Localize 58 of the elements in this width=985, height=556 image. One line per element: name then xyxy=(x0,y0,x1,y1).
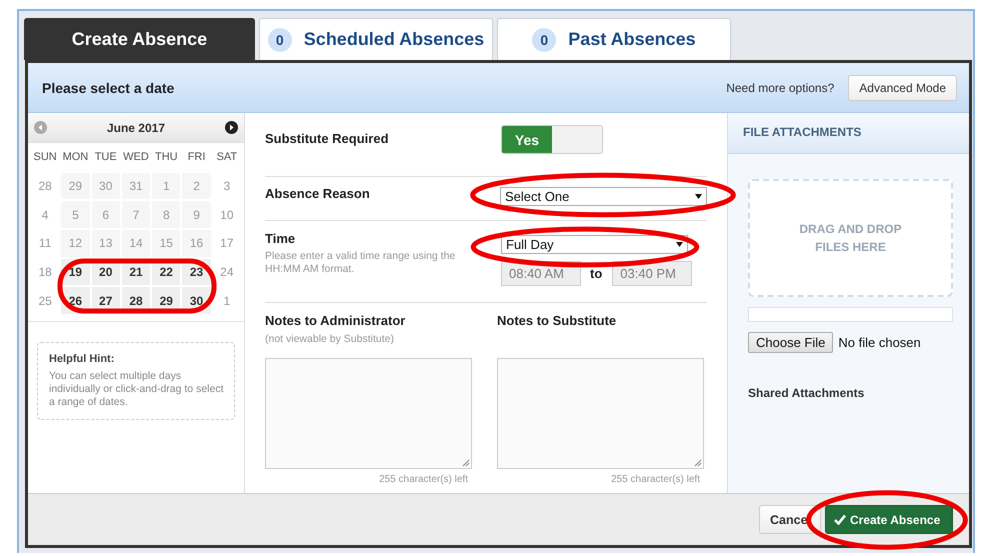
calendar-day: 16 xyxy=(181,229,212,258)
count-badge: 0 xyxy=(532,28,556,52)
weekday-label: WED xyxy=(122,150,150,165)
calendar-day: 29 xyxy=(60,172,91,200)
field-label: Absence Reason xyxy=(265,186,371,201)
range-separator: to xyxy=(590,266,602,281)
calendar-day: 5 xyxy=(60,200,91,230)
tab[interactable]: 0 Scheduled Absences xyxy=(259,18,493,60)
field-hint: Please enter a valid time range using the HH:MM AM format. xyxy=(265,250,456,276)
weekday-label: TUE xyxy=(94,150,118,165)
tab[interactable]: 0 Past Absences xyxy=(497,18,731,60)
choose-file-button[interactable]: Choose File xyxy=(748,332,834,353)
field-label: Substitute Required xyxy=(265,131,390,146)
next-month-icon[interactable] xyxy=(224,121,238,134)
count-badge: 0 xyxy=(268,28,292,52)
character-count: 255 character(s) left xyxy=(378,474,469,485)
hint-text: You can select multiple days individually or click-and-drag to select a range of dates. xyxy=(49,370,224,410)
calendar-day: 30 xyxy=(90,172,121,200)
weekday-label: SUN xyxy=(32,150,58,165)
calendar-day: 9 xyxy=(181,200,212,230)
month-title: June 2017 xyxy=(106,120,166,134)
resize-grip-icon[interactable] xyxy=(462,459,470,467)
calendar-day: 14 xyxy=(120,229,152,258)
calendar-day: 12 xyxy=(60,229,91,258)
weekday-label: FRI xyxy=(186,150,206,165)
weekday-label: SAT xyxy=(216,150,238,165)
drop-zone-text: DRAG AND DROP FILES HERE xyxy=(798,221,903,256)
weekday-label: MON xyxy=(62,150,90,165)
calendar-day: 8 xyxy=(151,200,182,230)
file-status: No file chosen xyxy=(838,335,921,350)
options-prompt: Need more options? xyxy=(726,80,834,94)
character-count: 255 character(s) left xyxy=(610,474,701,485)
shared-attachments-title: Shared Attachments xyxy=(748,386,866,400)
weekday-label: THU xyxy=(154,150,179,165)
advanced-mode-button[interactable]: Advanced Mode xyxy=(848,74,957,100)
hint-title: Helpful Hint: xyxy=(49,353,116,366)
calendar-day: 7 xyxy=(120,200,152,230)
calendar-day: 2 xyxy=(181,172,212,200)
field-hint: (not viewable by Substitute) xyxy=(265,333,395,346)
field-label: Notes to Substitute xyxy=(497,313,618,328)
absence-reason-select[interactable]: Select One xyxy=(500,187,707,206)
dropdown-arrow-icon xyxy=(695,194,702,199)
calendar-day: 1 xyxy=(151,172,182,200)
calendar-day: 31 xyxy=(120,172,152,200)
field-label: Notes to Administrator xyxy=(265,313,406,328)
calendar-day: 6 xyxy=(90,200,121,230)
calendar-day: 13 xyxy=(90,229,121,258)
section-title: Please select a date xyxy=(42,80,176,96)
time-select[interactable]: Full Day xyxy=(501,235,688,254)
cancel-button[interactable]: Cance xyxy=(759,505,821,534)
calendar-day: 15 xyxy=(151,229,182,258)
tab[interactable]: Create Absence xyxy=(24,18,255,60)
substitute-toggle[interactable]: Yes xyxy=(501,125,603,154)
resize-grip-icon[interactable] xyxy=(694,459,702,467)
create-absence-button[interactable]: Create Absence xyxy=(825,505,953,534)
dropdown-arrow-icon xyxy=(676,242,683,247)
checkmark-icon xyxy=(834,514,846,525)
field-label: Time xyxy=(265,231,296,246)
